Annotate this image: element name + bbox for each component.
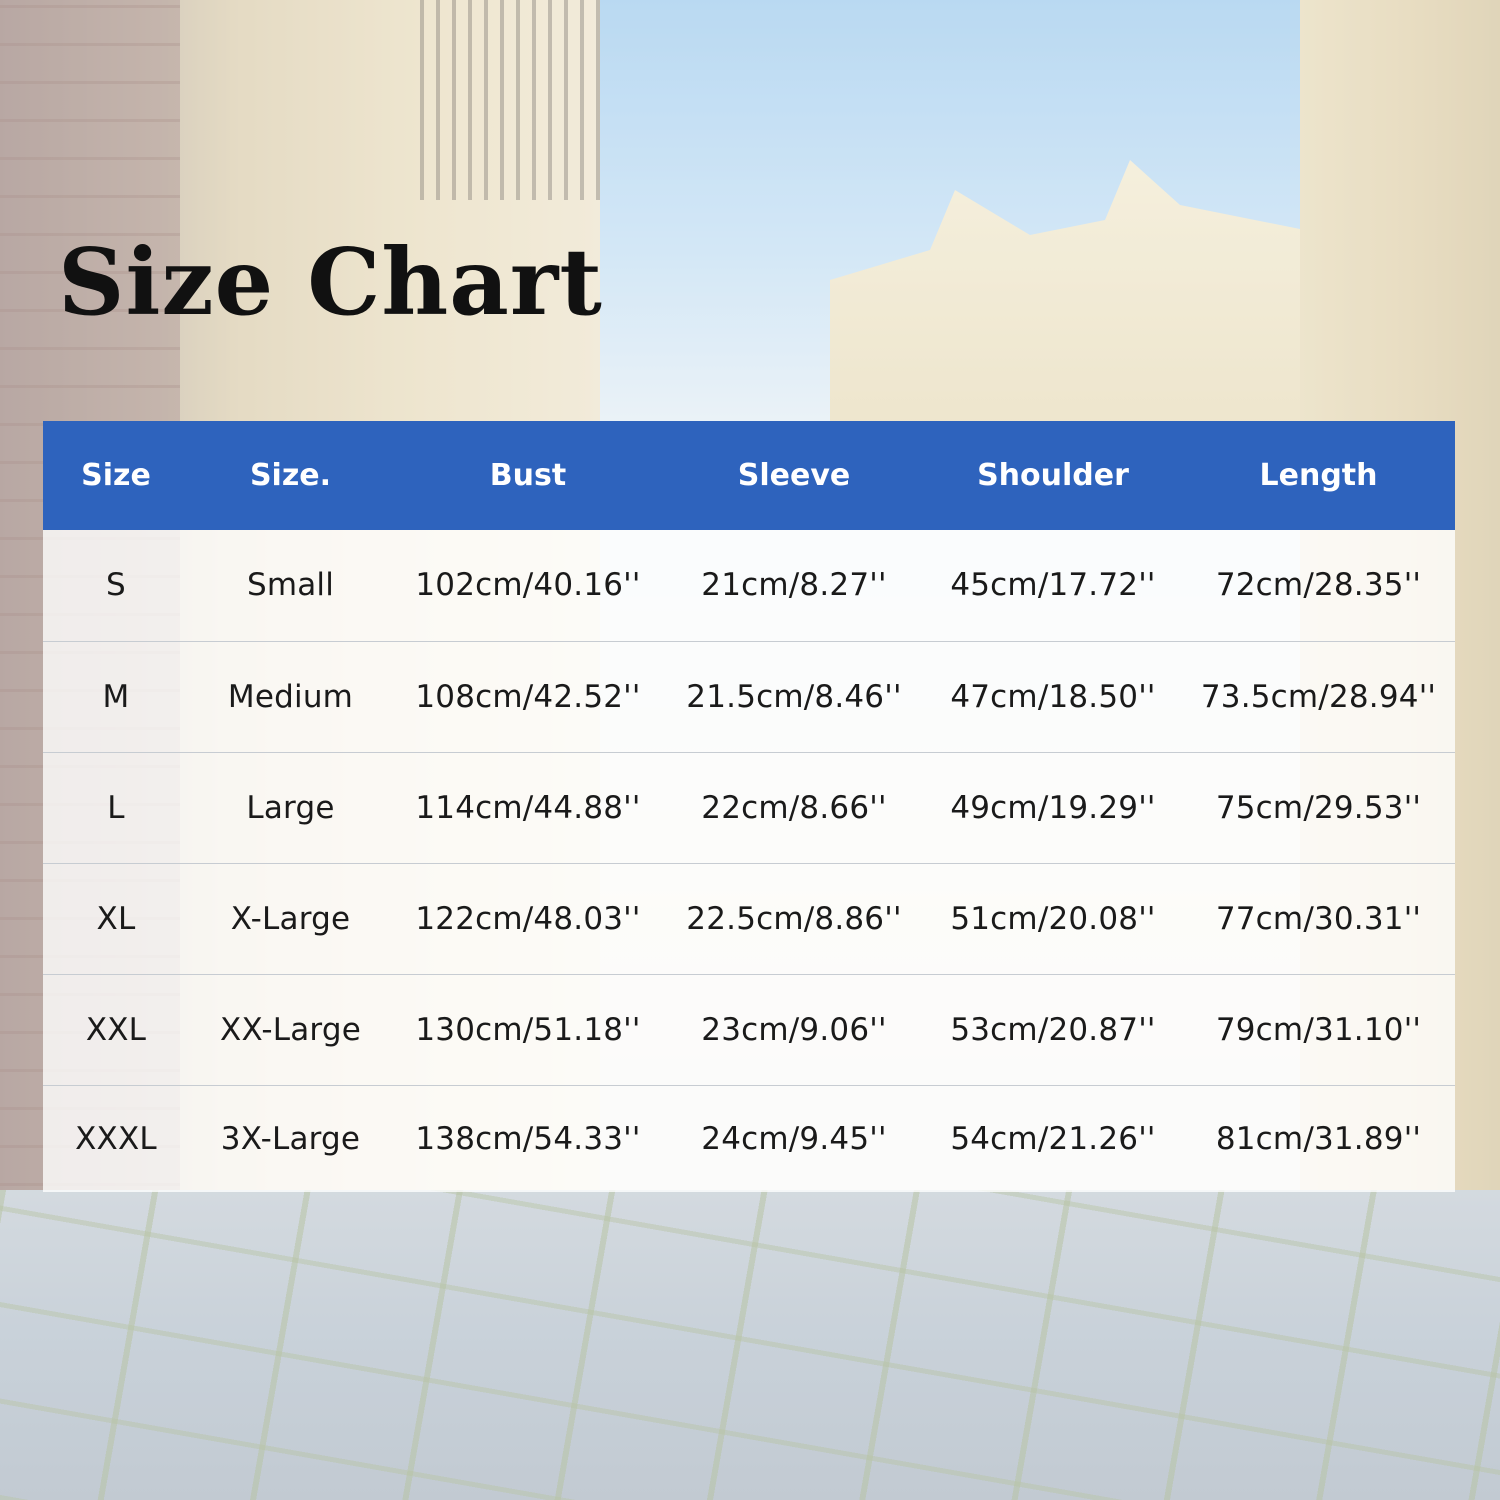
cell-shoulder: 53cm/20.87'' <box>924 973 1182 1085</box>
cell-bust: 130cm/51.18'' <box>392 973 664 1085</box>
cell-length: 77cm/30.31'' <box>1182 862 1455 974</box>
cell-shoulder: 49cm/19.29'' <box>924 751 1182 863</box>
table-row: L Large 114cm/44.88'' 22cm/8.66'' 49cm/1… <box>43 751 1455 863</box>
table-row: XXL XX-Large 130cm/51.18'' 23cm/9.06'' 5… <box>43 973 1455 1085</box>
cell-bust: 102cm/40.16'' <box>415 567 641 604</box>
cell-shoulder: 54cm/21.26'' <box>924 1084 1182 1192</box>
cell-shoulder: 51cm/20.08'' <box>924 862 1182 974</box>
cell-bust: 122cm/48.03'' <box>392 862 664 974</box>
cell-size: M <box>43 640 189 752</box>
cell-size-name: Large <box>189 751 392 863</box>
cell-shoulder: 47cm/18.50'' <box>924 640 1182 752</box>
header-size: Size <box>81 458 151 493</box>
size-table: Size Size. Bust Sleeve Shoulder Length S… <box>43 421 1455 1192</box>
cell-sleeve: 21.5cm/8.46'' <box>664 640 924 752</box>
cell-size-name: XX-Large <box>189 973 392 1085</box>
header-size-name: Size. <box>249 458 332 493</box>
cell-size-name: Small <box>246 567 335 604</box>
cell-bust: 138cm/54.33'' <box>392 1084 664 1192</box>
cell-sleeve: 22.5cm/8.86'' <box>664 862 924 974</box>
table-row: M Medium 108cm/42.52'' 21.5cm/8.46'' 47c… <box>43 640 1455 752</box>
header-bust: Bust <box>489 458 567 493</box>
cell-size-name: X-Large <box>189 862 392 974</box>
cell-bust: 108cm/42.52'' <box>392 640 664 752</box>
cell-size: XXL <box>43 973 189 1085</box>
cell-size: L <box>43 751 189 863</box>
table-row: XXXL 3X-Large 138cm/54.33'' 24cm/9.45'' … <box>43 1084 1455 1192</box>
cell-sleeve: 22cm/8.66'' <box>664 751 924 863</box>
table-row: S Small 102cm/40.16'' 21cm/8.27'' 45cm/1… <box>43 530 1455 641</box>
cell-size: XL <box>43 862 189 974</box>
page-title: Size Chart <box>58 228 603 336</box>
cell-size-name: Medium <box>189 640 392 752</box>
cell-size: S <box>106 567 126 604</box>
cell-shoulder: 45cm/17.72'' <box>950 567 1156 604</box>
cell-length: 81cm/31.89'' <box>1182 1084 1455 1192</box>
table-header-row: Size Size. Bust Sleeve Shoulder Length <box>43 421 1455 530</box>
cell-length: 75cm/29.53'' <box>1182 751 1455 863</box>
cell-sleeve: 21cm/8.27'' <box>701 567 887 604</box>
cell-length: 79cm/31.10'' <box>1182 973 1455 1085</box>
header-shoulder: Shoulder <box>977 458 1129 493</box>
header-sleeve: Sleeve <box>737 458 851 493</box>
cell-size: XXXL <box>43 1084 189 1192</box>
header-length: Length <box>1259 458 1378 493</box>
table-row: XL X-Large 122cm/48.03'' 22.5cm/8.86'' 5… <box>43 862 1455 974</box>
cell-sleeve: 24cm/9.45'' <box>664 1084 924 1192</box>
cell-sleeve: 23cm/9.06'' <box>664 973 924 1085</box>
cell-bust: 114cm/44.88'' <box>392 751 664 863</box>
cell-length: 73.5cm/28.94'' <box>1182 640 1455 752</box>
cell-length: 72cm/28.35'' <box>1215 567 1422 604</box>
cell-size-name: 3X-Large <box>189 1084 392 1192</box>
